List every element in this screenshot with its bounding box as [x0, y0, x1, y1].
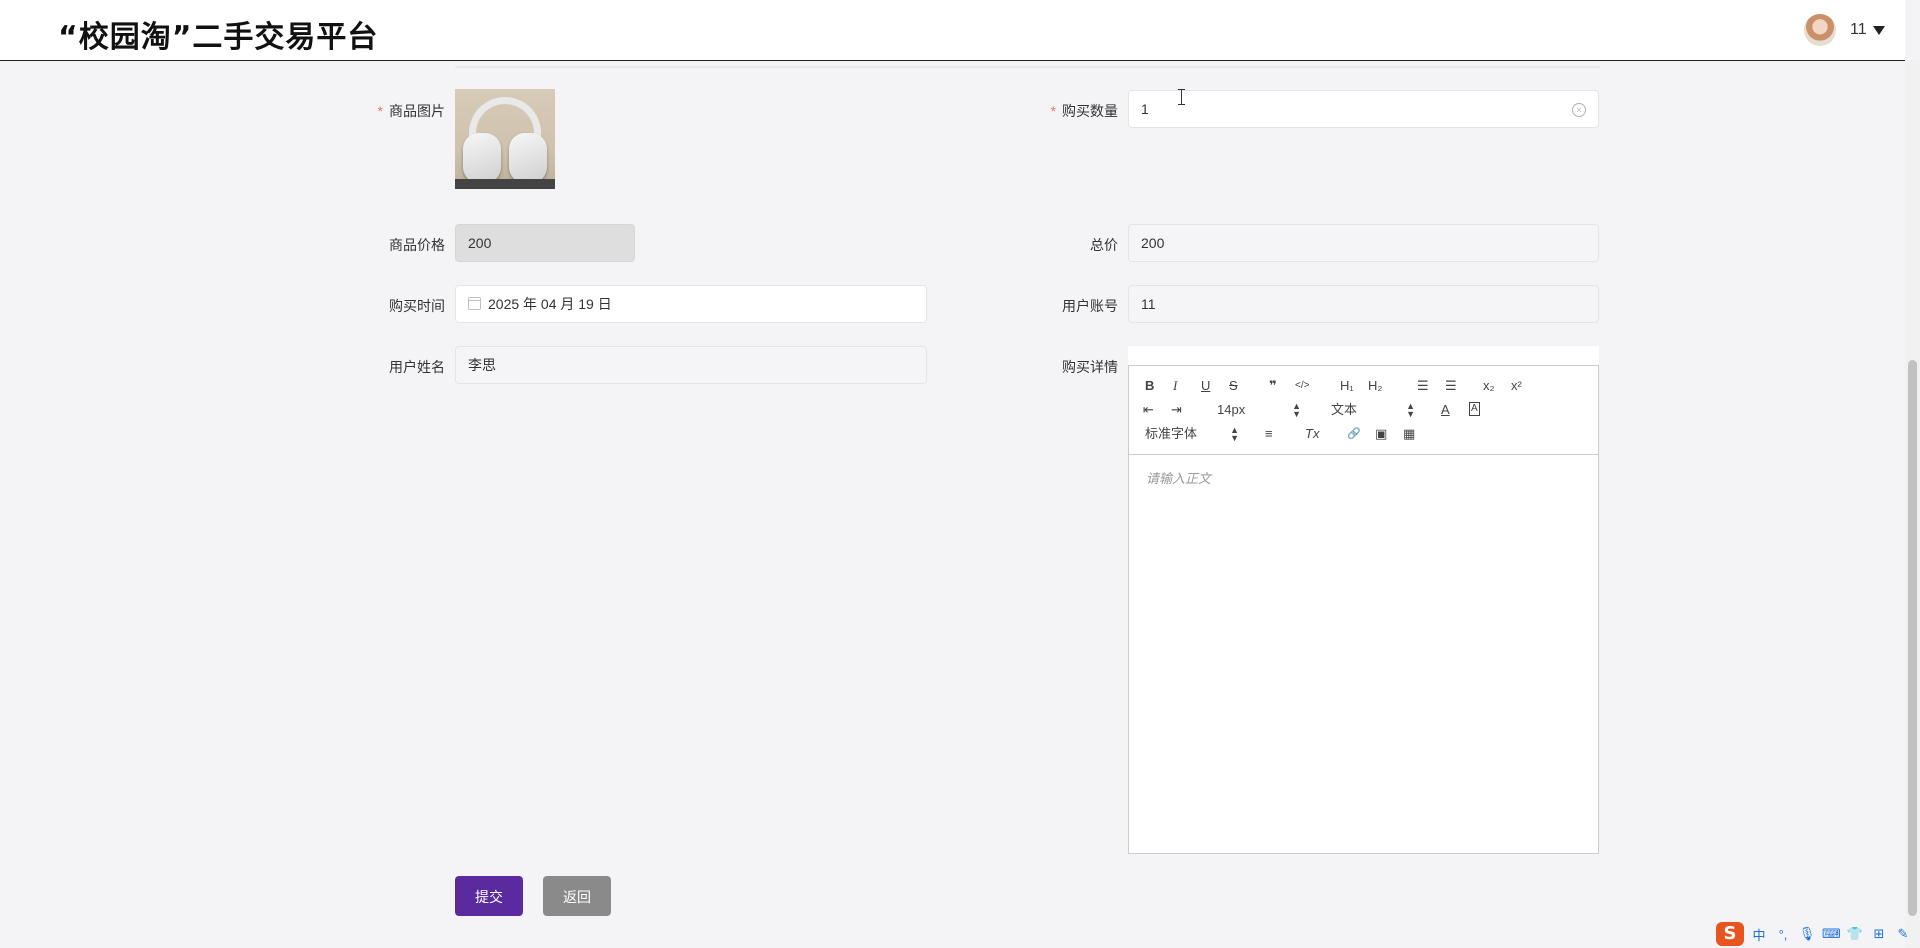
product-image[interactable] [455, 89, 555, 189]
text-cursor-icon [1178, 89, 1186, 105]
sogou-logo-icon[interactable]: S [1716, 922, 1744, 946]
font-size-value: 14px [1217, 402, 1246, 417]
total-input[interactable]: 200 [1128, 224, 1599, 262]
submit-button[interactable]: 提交 [455, 876, 523, 916]
product-image-label: * 商品图片 [335, 101, 445, 121]
bold-button[interactable]: B [1145, 378, 1154, 394]
font-family-value: 标准字体 [1145, 426, 1198, 441]
quantity-value: 1 [1141, 101, 1149, 117]
required-mark: * [1050, 103, 1056, 119]
grid-icon[interactable]: ⊞ [1870, 926, 1888, 942]
superscript-button[interactable]: x² [1511, 378, 1522, 394]
label-text: 购买数量 [1062, 103, 1118, 119]
user-name-label: 用户姓名 [389, 359, 445, 375]
image-button[interactable]: ▣ [1375, 426, 1387, 442]
details-label: 购买详情 [1062, 359, 1118, 375]
headphone-cup-right [509, 133, 547, 183]
tool-icon[interactable]: ✎ [1894, 926, 1912, 942]
subscript-button[interactable]: x₂ [1483, 378, 1495, 394]
editor-top-strip [1128, 346, 1599, 366]
editor-toolbar: B I U S ❞ </> H₁ H₂ ☰ ☰ x₂ x² ⇤ ⇥ 14px ▲… [1129, 366, 1598, 455]
strike-button[interactable]: S [1229, 378, 1238, 394]
underline-button[interactable]: U [1201, 378, 1210, 394]
background-color-button[interactable]: A [1469, 402, 1480, 416]
image-floor [455, 179, 555, 189]
user-account-label: 用户账号 [1062, 298, 1118, 314]
code-button[interactable]: </> [1295, 378, 1309, 394]
purchase-time-picker[interactable]: 2025 年 04 月 19 日 [455, 285, 927, 323]
header-select-value: 文本 [1331, 402, 1358, 417]
select-arrows-icon: ▲ ▼ [1292, 401, 1301, 419]
ordered-list-button[interactable]: ☰ [1417, 378, 1429, 394]
quantity-input[interactable]: 1 × [1128, 90, 1599, 128]
divider [455, 66, 1600, 68]
purchase-time-label: 购买时间 [389, 298, 445, 314]
indent-button[interactable]: ⇥ [1171, 402, 1182, 418]
purchase-time-value: 2025 年 04 月 19 日 [488, 296, 612, 312]
blockquote-button[interactable]: ❞ [1269, 378, 1277, 394]
total-label: 总价 [1090, 237, 1118, 253]
select-arrows-icon: ▲ ▼ [1406, 401, 1415, 419]
headphone-cup-left [463, 133, 501, 183]
header2-button[interactable]: H₂ [1368, 378, 1382, 394]
ime-toolbar[interactable]: S 中 °, 🎙 ⌨ 👕 ⊞ ✎ [1716, 920, 1912, 948]
italic-button[interactable]: I [1173, 378, 1177, 394]
bullet-list-button[interactable]: ☰ [1445, 378, 1457, 394]
price-label: 商品价格 [389, 237, 445, 253]
user-account-input[interactable]: 11 [1128, 285, 1599, 323]
keyboard-icon[interactable]: ⌨ [1822, 926, 1841, 942]
caret-down-icon[interactable] [1872, 25, 1885, 35]
calendar-icon [468, 297, 481, 310]
font-family-select[interactable]: 标准字体 ▲ ▼ [1145, 425, 1239, 443]
video-button[interactable]: ▦ [1403, 426, 1415, 442]
link-button[interactable]: 🔗 [1347, 426, 1361, 442]
header1-button[interactable]: H₁ [1340, 378, 1354, 394]
align-button[interactable]: ≡ [1265, 426, 1273, 442]
back-button[interactable]: 返回 [543, 876, 611, 916]
font-size-select[interactable]: 14px ▲ ▼ [1217, 401, 1301, 419]
quantity-label: * 购买数量 [1008, 101, 1118, 121]
user-menu[interactable]: 11 [1804, 13, 1885, 47]
outdent-button[interactable]: ⇤ [1143, 402, 1154, 418]
clear-icon[interactable]: × [1572, 103, 1586, 117]
font-color-button[interactable]: A [1441, 402, 1450, 418]
select-arrows-icon: ▲ ▼ [1230, 425, 1239, 443]
scrollbar-thumb[interactable] [1908, 360, 1917, 916]
header-select[interactable]: 文本 ▲ ▼ [1331, 401, 1415, 419]
required-mark: * [377, 103, 383, 119]
ime-lang-toggle[interactable]: 中 [1750, 925, 1768, 944]
rich-text-editor[interactable]: B I U S ❞ </> H₁ H₂ ☰ ☰ x₂ x² ⇤ ⇥ 14px ▲… [1128, 365, 1599, 854]
avatar[interactable] [1804, 14, 1836, 46]
microphone-icon[interactable]: 🎙 [1798, 926, 1816, 942]
ime-punct-toggle[interactable]: °, [1774, 927, 1792, 942]
clean-format-button[interactable]: Tx [1305, 426, 1319, 442]
app-title: “校园淘”二手交易平台 [58, 20, 379, 55]
user-name-input[interactable]: 李思 [455, 346, 927, 384]
username[interactable]: 11 [1850, 21, 1867, 39]
editor-placeholder[interactable]: 请输入正文 [1146, 468, 1211, 487]
price-input: 200 [455, 224, 635, 262]
skin-icon[interactable]: 👕 [1846, 926, 1864, 942]
header-bar: “校园淘”二手交易平台 11 [0, 0, 1905, 61]
label-text: 商品图片 [389, 103, 445, 119]
